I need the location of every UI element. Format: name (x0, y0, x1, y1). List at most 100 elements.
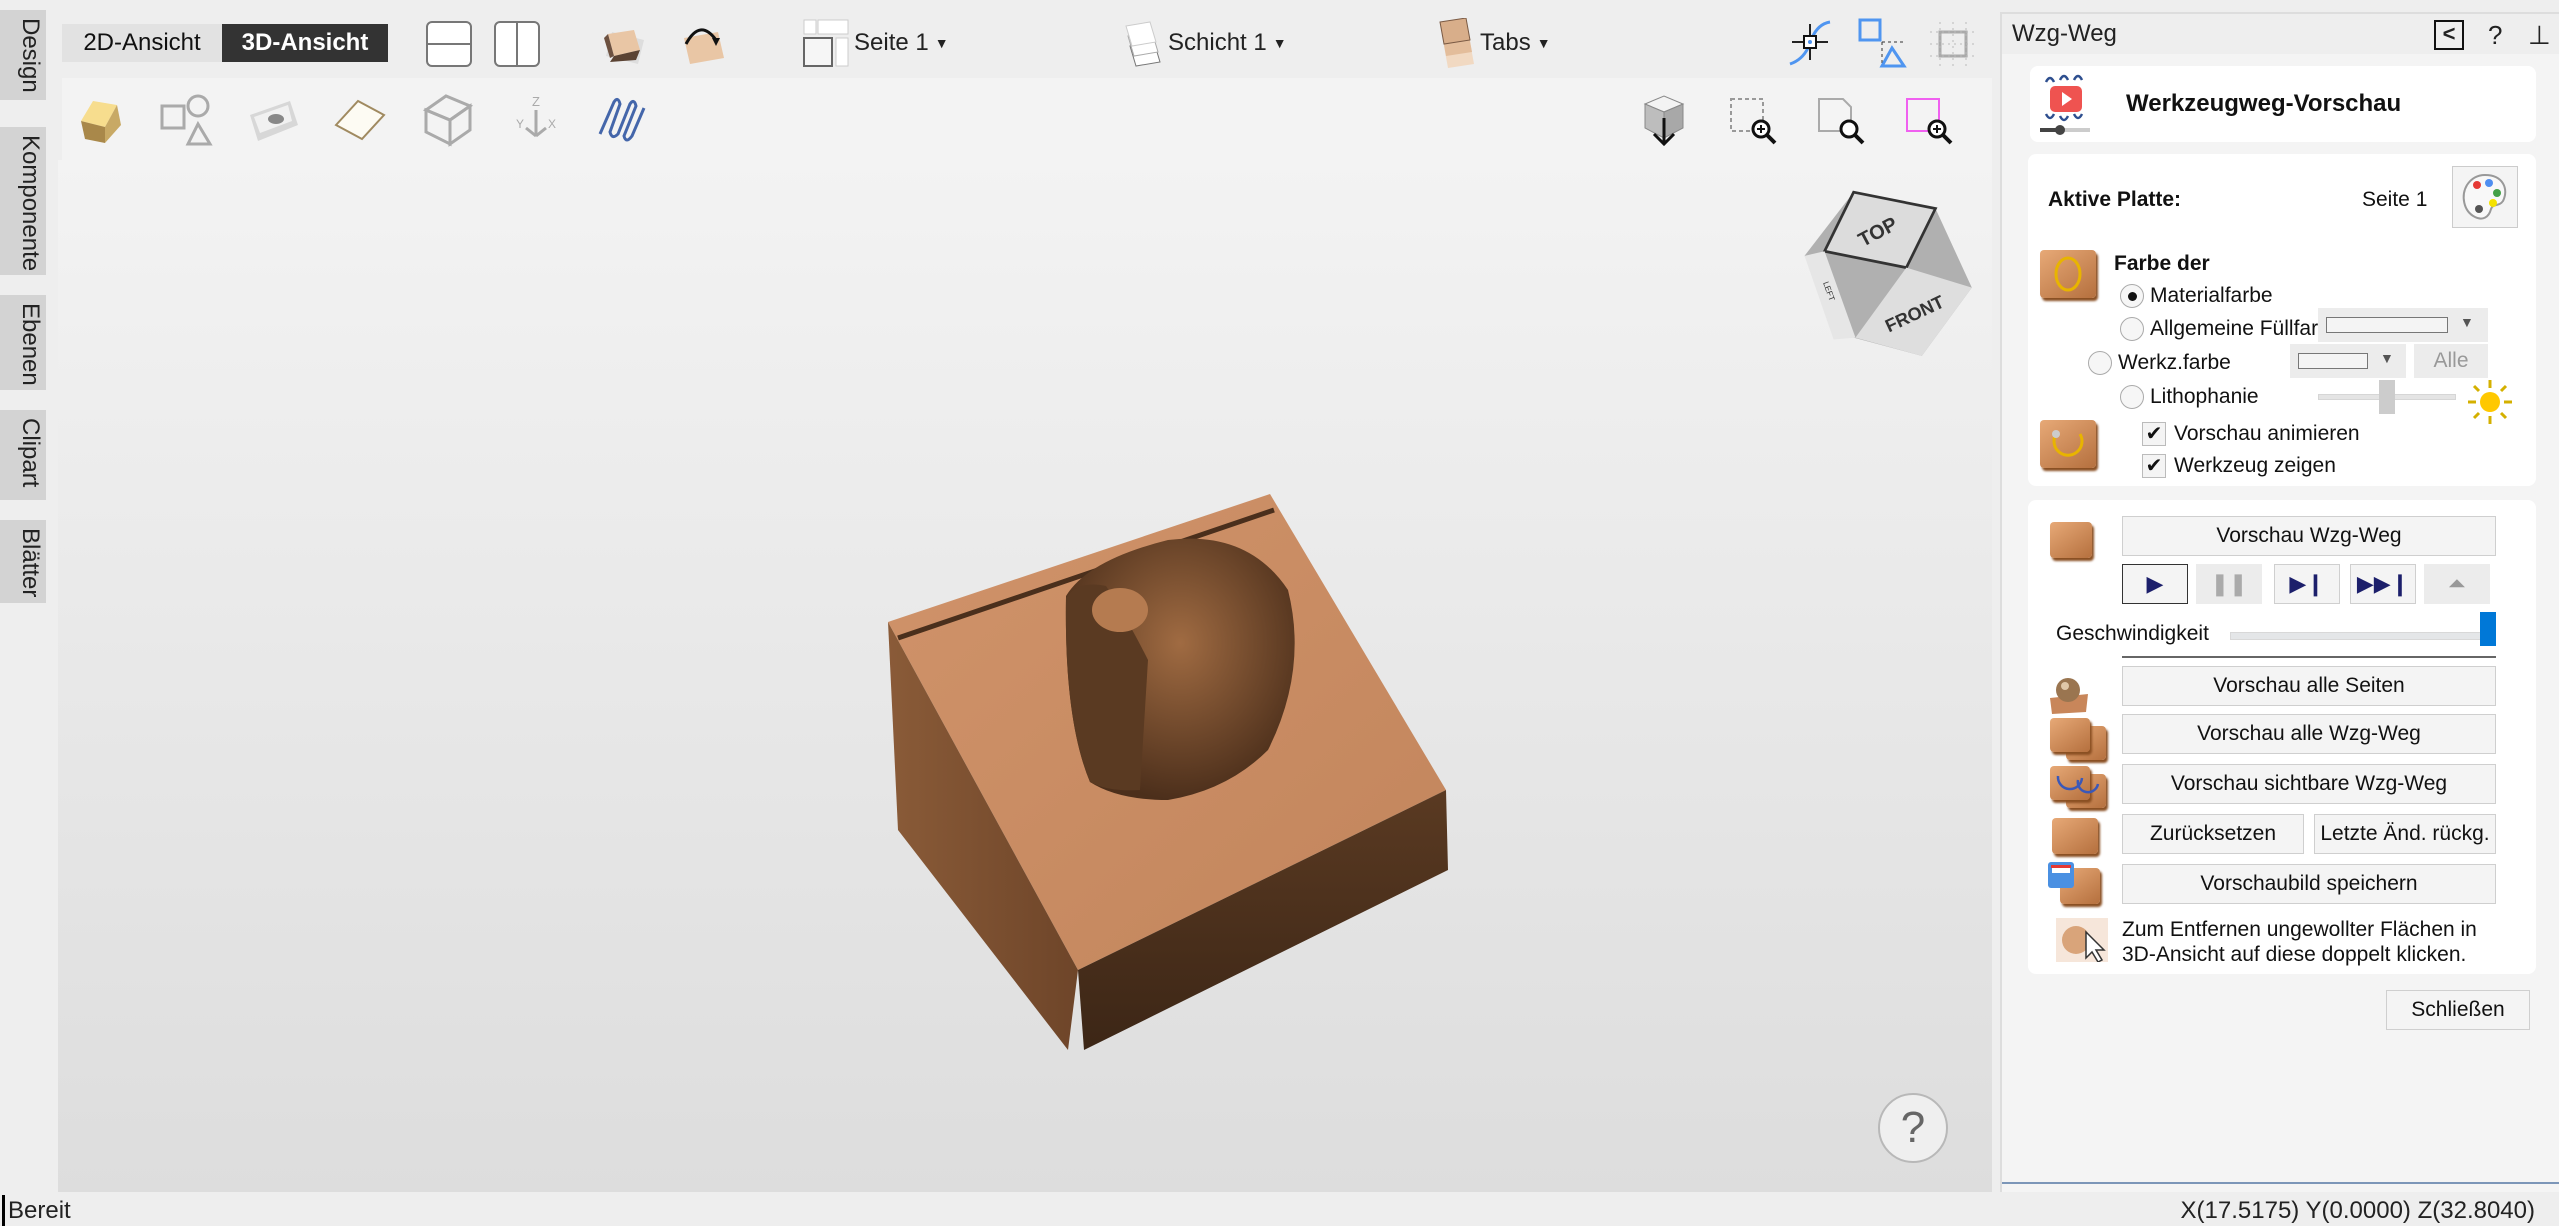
fast-forward-button[interactable]: ▶▶❙ (2350, 564, 2416, 604)
animate-preview-label: Vorschau animieren (2174, 422, 2360, 445)
transform-icon[interactable] (1858, 18, 1908, 68)
radio-lithophane[interactable] (2120, 385, 2144, 409)
sheet-plane-icon[interactable] (328, 88, 392, 152)
material-solid-icon[interactable] (68, 88, 132, 152)
collapse-panel-icon[interactable]: < (2434, 20, 2464, 50)
3d-viewport[interactable]: TOP FRONT LEFT ? (58, 160, 1992, 1192)
hint-text-line2: 3D-Ansicht auf diese doppelt klicken. (2122, 943, 2467, 966)
tabs-dropdown[interactable]: Tabs ▼ (1436, 18, 1551, 68)
preview-all-toolpaths-icon (2048, 718, 2110, 762)
double-click-hint-icon (2056, 918, 2108, 963)
pin-icon[interactable]: ⊥ (2528, 20, 2551, 51)
save-preview-button[interactable]: Vorschaubild speichern (2122, 864, 2496, 904)
fill-color-dropdown[interactable]: ▼ (2318, 308, 2488, 342)
palette-button[interactable] (2452, 166, 2518, 228)
vectors-icon[interactable] (154, 88, 218, 152)
step-forward-button[interactable]: ▶❙ (2274, 564, 2340, 604)
tab-design-label: Design (17, 18, 44, 93)
view-2d-button[interactable]: 2D-Ansicht (62, 24, 222, 62)
axes-icon[interactable]: Z Y X (504, 88, 568, 152)
zoom-page-icon[interactable] (1808, 88, 1872, 152)
status-marker (2, 1195, 5, 1226)
svg-text:Z: Z (532, 94, 540, 109)
animate-preview-icon (2040, 420, 2096, 468)
radio-material-color[interactable] (2120, 284, 2144, 308)
show-tool-label: Werkzeug zeigen (2174, 454, 2336, 477)
snap-icon[interactable] (1788, 18, 1832, 68)
sheet-dropdown-value: Seite 1 (854, 29, 929, 56)
animate-preview-checkbox[interactable]: ✔ (2142, 422, 2166, 446)
status-bar: Bereit X(17.5175) Y(0.0000) Z(32.8040) (0, 1195, 2559, 1226)
close-button[interactable]: Schließen (2386, 990, 2530, 1030)
flip-job-icon[interactable] (676, 18, 728, 68)
layer-dropdown[interactable]: Schicht 1 ▼ (1124, 18, 1287, 68)
lithophane-slider-thumb[interactable] (2379, 380, 2395, 414)
preview-toolpath-button[interactable]: Vorschau Wzg-Weg (2122, 516, 2496, 556)
carved-head (1092, 588, 1148, 632)
speed-slider-thumb[interactable] (2480, 612, 2496, 646)
split-vertical-icon[interactable] (494, 21, 540, 67)
pause-button[interactable]: ❚❚ (2196, 564, 2262, 604)
tab-komponente-label: Komponente (17, 135, 44, 272)
view-down-icon[interactable] (1632, 88, 1696, 152)
toolpaths-icon[interactable] (590, 88, 654, 152)
view-toolbar: Z Y X (62, 78, 1992, 160)
preview-all-sheets-icon (2048, 674, 2092, 714)
sheet-dropdown[interactable]: Seite 1 ▼ (802, 18, 949, 68)
tab-clipart[interactable]: Clipart (0, 410, 46, 500)
toolpath-preview-icon (2038, 72, 2092, 136)
cursor-coordinates: X(17.5175) Y(0.0000) Z(32.8040) (2180, 1197, 2535, 1224)
help-icon[interactable]: ? (2488, 20, 2502, 51)
sheet-icon (803, 19, 849, 67)
preview-all-toolpaths-button[interactable]: Vorschau alle Wzg-Weg (2122, 714, 2496, 754)
radio-tool-color[interactable] (2088, 351, 2112, 375)
help-button[interactable]: ? (1878, 1093, 1948, 1163)
caret-down-icon: ▼ (934, 35, 949, 51)
play-button[interactable]: ▶ (2122, 564, 2188, 604)
material-block-icon[interactable] (598, 20, 648, 68)
material-color-icon (2040, 250, 2096, 298)
status-text: Bereit (8, 1197, 71, 1224)
color-settings-card: Aktive Platte: Seite 1 Farbe der Materia… (2028, 154, 2536, 486)
preview-toolpath-icon (2050, 522, 2092, 558)
radio-tool-color-label: Werkz.farbe (2118, 351, 2231, 374)
color-section-label: Farbe der (2114, 252, 2210, 275)
speed-slider[interactable] (2230, 632, 2496, 640)
split-horizontal-icon[interactable] (426, 21, 472, 67)
background-image-icon[interactable] (242, 88, 306, 152)
show-tool-checkbox[interactable]: ✔ (2142, 454, 2166, 478)
reset-button[interactable]: Zurücksetzen (2122, 814, 2304, 854)
grid-icon[interactable] (1928, 20, 1978, 68)
zoom-box-icon[interactable] (1720, 88, 1784, 152)
layer-dropdown-value: Schicht 1 (1168, 29, 1267, 56)
caret-down-icon: ▼ (1272, 35, 1287, 51)
zoom-selection-icon[interactable] (1896, 88, 1960, 152)
panel-titlebar: Wzg-Weg < ? ⊥ (2002, 12, 2559, 54)
view-3d-button[interactable]: 3D-Ansicht (222, 24, 388, 62)
top-toolbar: 2D-Ansicht 3D-Ansicht Seite 1 ▼ Schicht … (58, 0, 1994, 78)
tool-color-dropdown[interactable]: ▼ (2290, 344, 2406, 378)
to-top-button[interactable]: ⏶ (2424, 564, 2490, 604)
3d-model-preview (828, 470, 1488, 1050)
tabs-dropdown-value: Tabs (1480, 29, 1531, 56)
view-cube[interactable]: TOP FRONT LEFT (1790, 174, 1990, 374)
left-tab-strip: Design Komponente Ebenen Clipart Blätter (0, 0, 58, 1192)
active-plate-label: Aktive Platte: (2048, 188, 2182, 211)
toolpath-panel: Wzg-Weg < ? ⊥ Werkzeugweg-Vorschau Aktiv… (2000, 12, 2559, 1192)
wireframe-icon[interactable] (416, 88, 480, 152)
tab-blaetter-label: Blätter (17, 528, 44, 598)
tab-ebenen[interactable]: Ebenen (0, 295, 46, 390)
radio-fill-color[interactable] (2120, 317, 2144, 341)
preview-all-sheets-button[interactable]: Vorschau alle Seiten (2122, 666, 2496, 706)
preview-visible-toolpaths-button[interactable]: Vorschau sichtbare Wzg-Weg (2122, 764, 2496, 804)
tab-komponente[interactable]: Komponente (0, 127, 46, 275)
undo-last-button[interactable]: Letzte Änd. rückg. (2314, 814, 2496, 854)
active-plate-value: Seite 1 (2362, 188, 2428, 211)
tab-design[interactable]: Design (0, 10, 46, 100)
all-button[interactable]: Alle (2414, 344, 2488, 378)
reset-icon (2052, 818, 2098, 854)
brightness-icon (2466, 378, 2514, 426)
hint-text-line1: Zum Entfernen ungewollter Flächen in (2122, 918, 2477, 941)
tab-blaetter[interactable]: Blätter (0, 520, 46, 603)
caret-down-icon: ▼ (2380, 350, 2394, 366)
